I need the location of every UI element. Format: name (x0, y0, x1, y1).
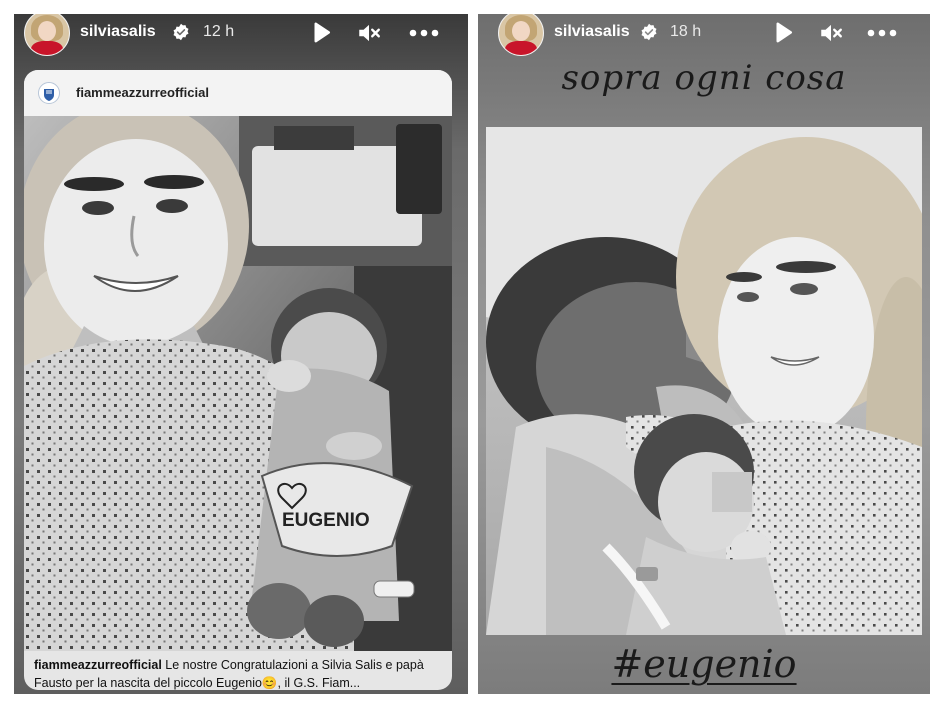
profile-avatar[interactable] (24, 14, 70, 56)
story-username[interactable]: silviasalis (80, 23, 156, 41)
parents-and-newborn-photo (486, 127, 922, 635)
reposted-post-card[interactable]: fiammeazzurreofficial EUGENIO fiammeazzu… (24, 70, 452, 690)
story-timestamp: 18 h (670, 23, 702, 40)
repost-account-name[interactable]: fiammeazzurreofficial (76, 85, 209, 100)
smile-emoji-icon: 😊 (261, 676, 278, 690)
repost-caption: fiammeazzurreofficial Le nostre Congratu… (34, 656, 442, 690)
verified-badge-icon (173, 23, 189, 41)
play-icon[interactable] (770, 20, 796, 46)
bib-label: EUGENIO (282, 510, 370, 531)
story-username[interactable]: silviasalis (554, 23, 630, 41)
club-logo-icon[interactable] (38, 82, 60, 104)
caption-account[interactable]: fiammeazzurreofficial (34, 658, 162, 672)
muted-speaker-icon[interactable] (356, 20, 382, 46)
story-headline-text: sopra ogni cosa (561, 58, 847, 98)
muted-speaker-icon[interactable] (818, 20, 844, 46)
family-photo (486, 127, 922, 635)
verified-badge-icon (641, 23, 657, 41)
repost-photo: EUGENIO (24, 116, 452, 651)
hashtag-link[interactable]: #eugenio (478, 642, 930, 686)
profile-avatar[interactable] (498, 14, 544, 56)
story-header: silviasalis 18 h (478, 14, 930, 56)
more-options-icon[interactable] (408, 20, 440, 46)
story-header: silviasalis 12 h (14, 14, 468, 56)
play-icon[interactable] (308, 20, 334, 46)
story-panel-right[interactable]: silviasalis 18 h sopra ogni cosa #eugeni… (478, 14, 930, 694)
repost-header: fiammeazzurreofficial (24, 70, 452, 116)
mother-and-newborn-photo: EUGENIO (24, 116, 452, 651)
story-panel-left[interactable]: silviasalis 12 h fiammeazzurreofficial E… (14, 14, 468, 694)
caption-tail: , il G.S. Fiam... (277, 676, 361, 690)
story-timestamp: 12 h (203, 23, 235, 40)
more-options-icon[interactable] (866, 20, 898, 46)
